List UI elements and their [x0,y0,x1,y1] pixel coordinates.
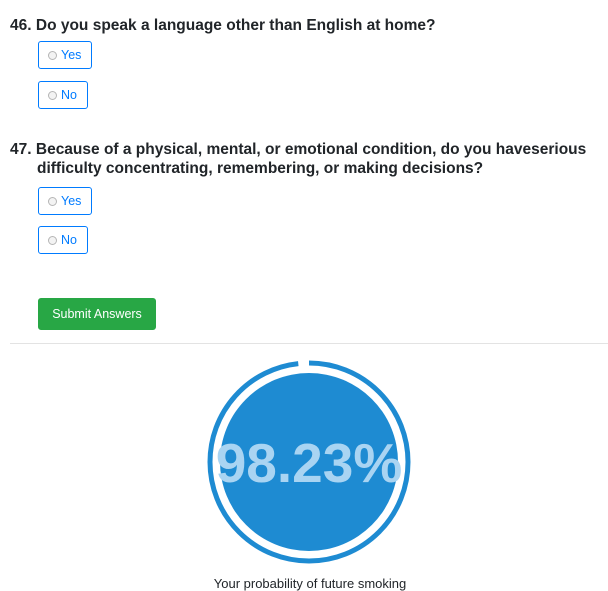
radio-icon[interactable] [48,50,57,60]
probability-value: 98.23% [216,432,403,494]
question-47-option-no[interactable]: No [38,226,88,254]
radio-icon[interactable] [48,196,57,206]
question-46-title: 46. Do you speak a language other than E… [10,16,436,35]
probability-caption: Your probability of future smoking [213,576,407,591]
option-label: Yes [61,48,82,62]
question-46-text: Do you speak a language other than Engli… [35,17,436,34]
question-47-number: 47. [10,141,32,158]
option-label: No [61,88,77,102]
question-47-title: 47. Because of a physical, mental, or em… [10,140,608,178]
survey-page: 46. Do you speak a language other than E… [0,0,608,591]
option-label: Yes [61,194,82,208]
probability-gauge: 98.23% [207,360,411,564]
section-divider [10,343,608,344]
submit-answers-button[interactable]: Submit Answers [38,298,156,330]
question-46-option-yes[interactable]: Yes [38,41,93,69]
radio-icon[interactable] [48,235,57,245]
question-47-text: Because of a physical, mental, or emotio… [35,141,587,177]
question-47-option-yes[interactable]: Yes [38,187,93,215]
question-46-number: 46. [10,17,32,34]
radio-icon[interactable] [48,90,57,100]
option-label: No [61,233,77,247]
question-46-option-no[interactable]: No [38,81,88,109]
